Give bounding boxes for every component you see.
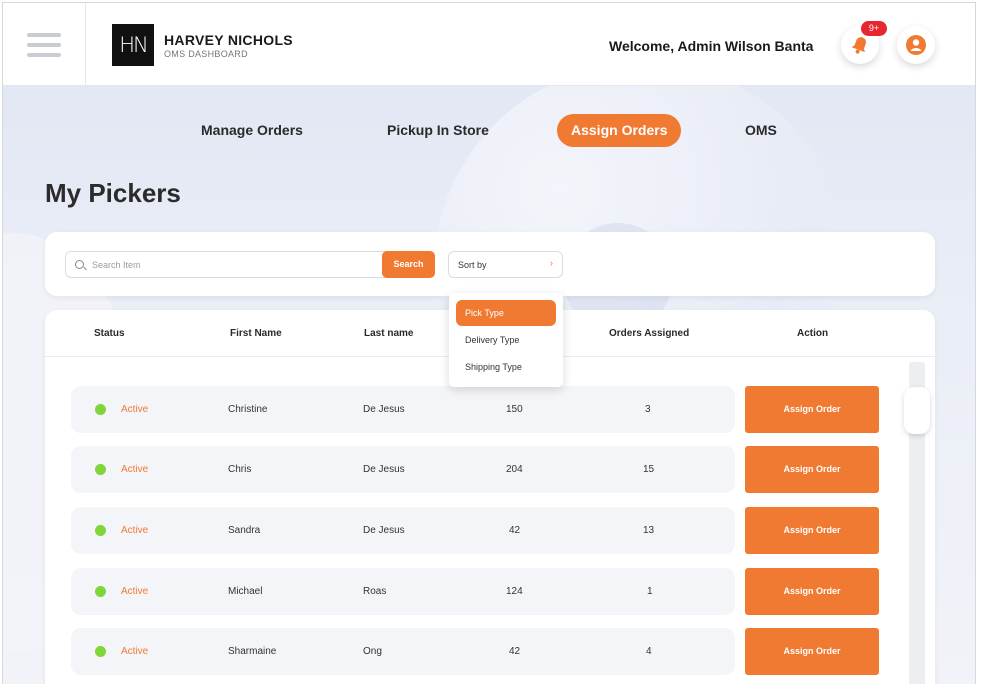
search-input[interactable] [92,256,372,274]
value-cell: 204 [506,464,523,475]
profile-button[interactable] [897,26,935,64]
search-icon [75,260,84,269]
search-button[interactable]: Search [382,251,435,278]
chevron-right-icon: › [550,258,553,268]
top-header: HN HARVEY NICHOLS OMS DASHBOARD Welcome,… [3,3,975,86]
status-active-dot [95,586,106,597]
brand-logo: HN [112,24,154,66]
column-header-orders-assigned: Orders Assigned [609,328,690,339]
table-row: Active Christine De Jesus 150 3 [71,386,735,433]
notification-badge: 9+ [861,21,887,36]
assign-order-button[interactable]: Assign Order [745,568,879,615]
table-scrollbar-thumb[interactable] [904,387,930,434]
column-header-action: Action [797,328,829,339]
brand-subtitle: OMS DASHBOARD [164,49,248,59]
last-name-cell: De Jesus [363,404,405,415]
tab-pickup-in-store[interactable]: Pickup In Store [387,114,489,147]
status-text: Active [121,404,149,415]
last-name-cell: Ong [363,646,382,657]
status-text: Active [121,586,149,597]
sort-option-pick-type[interactable]: Pick Type [456,300,556,326]
assign-order-button[interactable]: Assign Order [745,386,879,433]
column-header-last-name: Last name [364,328,414,339]
last-name-cell: De Jesus [363,525,405,536]
value-cell: 42 [509,525,521,536]
search-panel: Search Sort by › [45,232,935,296]
hamburger-icon [27,43,61,47]
last-name-cell: Roas [363,586,387,597]
sort-option-shipping-type[interactable]: Shipping Type [456,354,556,380]
value-cell: 150 [506,404,523,415]
hamburger-menu-button[interactable] [3,3,86,86]
table-row: Active Sandra De Jesus 42 13 [71,507,735,554]
orders-assigned-cell: 1 [647,586,653,597]
tab-manage-orders[interactable]: Manage Orders [201,114,303,147]
status-active-dot [95,404,106,415]
sort-by-select[interactable]: Sort by › [448,251,563,278]
column-header-first-name: First Name [230,328,282,339]
column-header-status: Status [94,328,125,339]
page-title: My Pickers [45,178,181,208]
first-name-cell: Christine [228,404,268,415]
table-row: Active Sharmaine Ong 42 4 [71,628,735,675]
status-active-dot [95,464,106,475]
orders-assigned-cell: 4 [646,646,652,657]
sort-by-dropdown: Pick Type Delivery Type Shipping Type [449,293,563,387]
orders-assigned-cell: 15 [643,464,655,475]
status-text: Active [121,525,149,536]
table-row: Active Chris De Jesus 204 15 [71,446,735,493]
last-name-cell: De Jesus [363,464,405,475]
tab-oms[interactable]: OMS [745,114,777,147]
tab-assign-orders[interactable]: Assign Orders [557,114,682,147]
value-cell: 124 [506,586,523,597]
orders-assigned-cell: 13 [643,525,655,536]
first-name-cell: Sandra [228,525,261,536]
hamburger-icon [27,33,61,37]
sort-by-label: Sort by [458,260,487,270]
search-field[interactable] [65,251,435,278]
app-frame: HN HARVEY NICHOLS OMS DASHBOARD Welcome,… [2,2,976,684]
status-active-dot [95,525,106,536]
first-name-cell: Michael [228,586,263,597]
assign-order-button[interactable]: Assign Order [745,628,879,675]
orders-assigned-cell: 3 [645,404,651,415]
hamburger-icon [27,53,61,57]
assign-order-button[interactable]: Assign Order [745,446,879,493]
user-icon [906,35,926,55]
status-text: Active [121,464,149,475]
first-name-cell: Sharmaine [228,646,277,657]
status-active-dot [95,646,106,657]
welcome-text: Welcome, Admin Wilson Banta [609,38,814,54]
assign-order-button[interactable]: Assign Order [745,507,879,554]
sort-option-delivery-type[interactable]: Delivery Type [456,327,556,353]
value-cell: 42 [509,646,521,657]
table-row: Active Michael Roas 124 1 [71,568,735,615]
brand-name: HARVEY NICHOLS [164,32,293,48]
first-name-cell: Chris [228,464,252,475]
status-text: Active [121,646,149,657]
